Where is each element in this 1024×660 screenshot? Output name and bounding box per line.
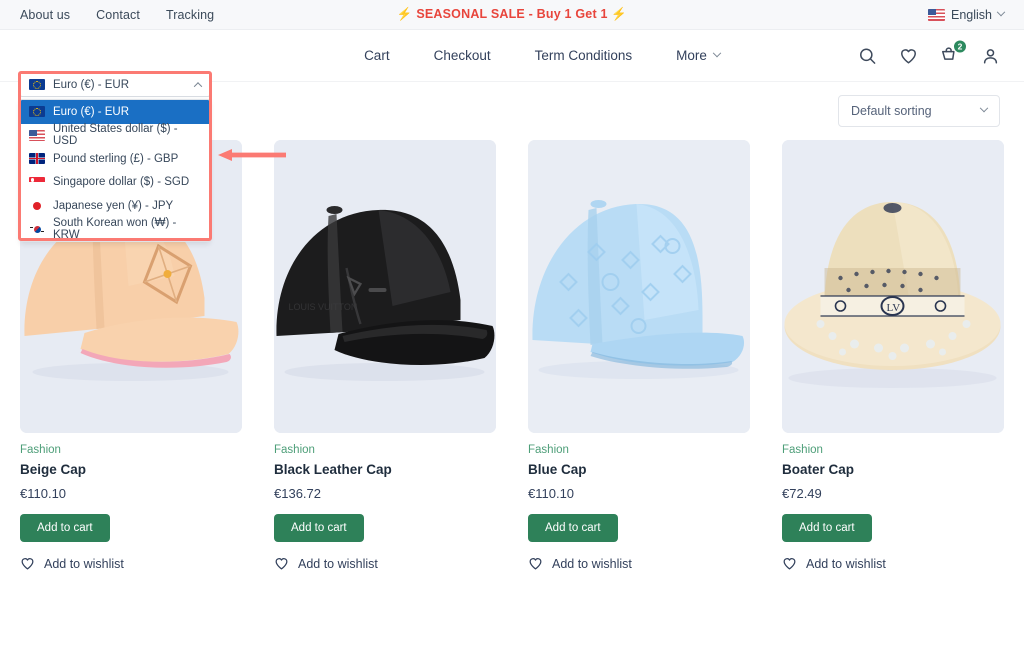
currency-option-eur[interactable]: Euro (€) - EUR [21, 100, 209, 124]
currency-selector-toggle[interactable]: Euro (€) - EUR [20, 72, 210, 97]
main-header: Cart Checkout Term Conditions More 2 Eur… [0, 30, 1024, 242]
top-bar-links: About us Contact Tracking [20, 8, 214, 22]
currency-option-sgd[interactable]: Singapore dollar ($) - SGD [21, 171, 209, 195]
product-card: LV Fashion Boater Cap €72.49 Add to cart… [782, 140, 1004, 571]
header-icon-group: 2 [858, 39, 1000, 65]
topbar-link-about-us[interactable]: About us [20, 8, 70, 22]
topbar-link-tracking[interactable]: Tracking [166, 8, 214, 22]
add-to-cart-button[interactable]: Add to cart [274, 514, 364, 542]
product-image-black-leather-cap[interactable]: LOUIS VUITTON [274, 140, 496, 433]
nav-item-more-label: More [676, 48, 707, 63]
currency-selector[interactable]: Euro (€) - EUR Euro (€) - EUR United Sta… [20, 72, 210, 242]
product-image-blue-cap[interactable] [528, 140, 750, 433]
add-to-wishlist-label: Add to wishlist [552, 556, 632, 571]
main-navigation: Cart Checkout Term Conditions More [304, 48, 722, 63]
cart-count-badge: 2 [953, 39, 967, 53]
account-icon[interactable] [981, 46, 1000, 65]
add-to-cart-button[interactable]: Add to cart [782, 514, 872, 542]
lightning-bolt-icon-2: ⚡ [611, 7, 628, 21]
currency-option-krw[interactable]: South Korean won (₩) - KRW [21, 217, 209, 242]
heart-icon [529, 558, 542, 570]
eu-flag-icon [29, 79, 45, 90]
add-to-wishlist-button[interactable]: Add to wishlist [782, 556, 1004, 571]
annotation-arrow-icon [218, 149, 286, 161]
product-category[interactable]: Fashion [528, 444, 750, 456]
nav-item-cart-label: Cart [364, 48, 390, 63]
sorting-selected-label: Default sorting [851, 104, 932, 118]
currency-selected-label: Euro (€) - EUR [53, 78, 130, 91]
lightning-bolt-icon: ⚡ [396, 7, 413, 21]
currency-option-usd[interactable]: United States dollar ($) - USD [21, 123, 209, 148]
product-category[interactable]: Fashion [782, 444, 1004, 456]
heart-icon [21, 558, 34, 570]
product-price: €136.72 [274, 486, 321, 501]
add-to-cart-button[interactable]: Add to cart [20, 514, 110, 542]
topbar-link-contact[interactable]: Contact [96, 8, 140, 22]
nav-item-checkout[interactable]: Checkout [434, 48, 491, 63]
add-to-wishlist-label: Add to wishlist [806, 556, 886, 571]
heart-icon [783, 558, 796, 570]
currency-option-label: Pound sterling (£) - GBP [53, 152, 179, 165]
product-price: €72.49 [782, 486, 822, 501]
language-selector[interactable]: English [928, 7, 1006, 22]
promo-banner-text: SEASONAL SALE - Buy 1 Get 1 [416, 7, 608, 21]
currency-option-label: Euro (€) - EUR [53, 105, 130, 118]
product-price: €110.10 [528, 486, 575, 501]
wishlist-heart-icon[interactable] [899, 46, 918, 65]
language-label: English [951, 7, 992, 22]
gb-flag-icon [29, 153, 45, 165]
nav-item-more[interactable]: More [676, 48, 722, 63]
currency-dropdown-list: Euro (€) - EUR United States dollar ($) … [20, 99, 210, 242]
us-flag-icon [928, 8, 945, 21]
product-title[interactable]: Boater Cap [782, 462, 1004, 477]
kr-flag-icon [29, 223, 45, 235]
chevron-down-icon [712, 48, 722, 57]
currency-option-label: Japanese yen (¥) - JPY [53, 199, 174, 212]
chevron-down-icon [996, 7, 1006, 16]
currency-option-jpy[interactable]: Japanese yen (¥) - JPY [21, 194, 209, 218]
cart-icon[interactable]: 2 [940, 39, 967, 65]
product-price: €110.10 [20, 486, 67, 501]
product-card: LOUIS VUITTON Fashion Black Leather Cap … [274, 140, 496, 571]
add-to-wishlist-button[interactable]: Add to wishlist [20, 556, 242, 571]
top-bar: About us Contact Tracking ⚡ SEASONAL SAL… [0, 0, 1024, 30]
sorting-select[interactable]: Default sorting [838, 95, 1000, 127]
nav-item-term-conditions-label: Term Conditions [534, 48, 633, 63]
heart-icon [275, 558, 288, 570]
add-to-wishlist-button[interactable]: Add to wishlist [274, 556, 496, 571]
chevron-up-icon [193, 81, 203, 91]
currency-option-label: United States dollar ($) - USD [53, 123, 178, 148]
nav-item-term-conditions[interactable]: Term Conditions [535, 48, 633, 63]
svg-text:LOUIS VUITTON: LOUIS VUITTON [289, 302, 358, 312]
nav-item-cart[interactable]: Cart [364, 48, 390, 63]
sg-flag-icon [29, 176, 45, 188]
currency-option-gbp[interactable]: Pound sterling (£) - GBP [21, 147, 209, 171]
product-title[interactable]: Black Leather Cap [274, 462, 496, 477]
search-icon[interactable] [858, 46, 877, 65]
add-to-wishlist-button[interactable]: Add to wishlist [528, 556, 750, 571]
nav-item-checkout-label: Checkout [433, 48, 491, 63]
product-category[interactable]: Fashion [20, 444, 242, 456]
svg-text:LV: LV [887, 302, 901, 314]
us-flag-icon [29, 129, 45, 141]
product-title[interactable]: Blue Cap [528, 462, 750, 477]
eu-flag-icon [29, 106, 45, 118]
jp-flag-icon [29, 200, 45, 212]
product-category[interactable]: Fashion [274, 444, 496, 456]
product-image-boater-cap[interactable]: LV [782, 140, 1004, 433]
add-to-wishlist-label: Add to wishlist [44, 556, 124, 571]
add-to-wishlist-label: Add to wishlist [298, 556, 378, 571]
currency-option-label: Singapore dollar ($) - SGD [53, 176, 190, 189]
currency-option-label: South Korean won (₩) - KRW [53, 217, 177, 242]
add-to-cart-button[interactable]: Add to cart [528, 514, 618, 542]
product-title[interactable]: Beige Cap [20, 462, 242, 477]
chevron-down-icon [979, 103, 989, 113]
product-card: Fashion Blue Cap €110.10 Add to cart Add… [528, 140, 750, 571]
